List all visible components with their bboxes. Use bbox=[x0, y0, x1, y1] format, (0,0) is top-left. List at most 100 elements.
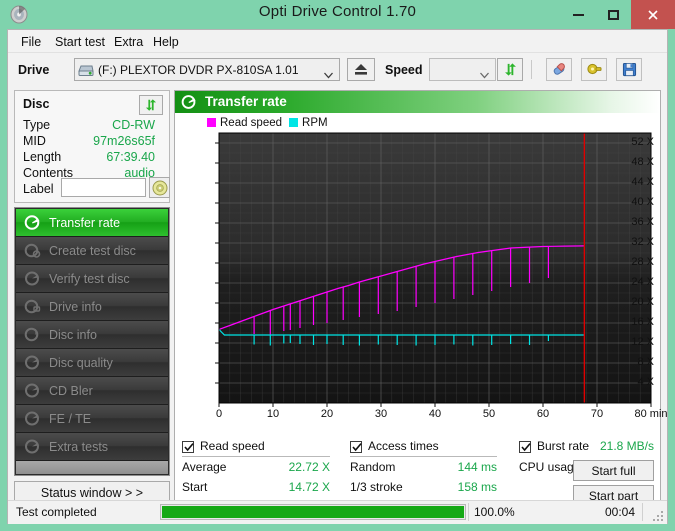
read-disc-label-button[interactable] bbox=[149, 177, 170, 198]
disc-row-value: 97m26s65f bbox=[93, 134, 155, 148]
test-nav-list: Transfer rate Create test disc Verify te… bbox=[14, 207, 170, 476]
sidebar-item-verify-test-disc[interactable]: Verify test disc bbox=[16, 265, 168, 293]
cd-bler-icon bbox=[24, 382, 41, 399]
menu-bar: File Start test Extra Help bbox=[8, 30, 667, 53]
x-axis-tick-label: 10 bbox=[266, 408, 280, 420]
access-times-checkbox[interactable] bbox=[350, 441, 362, 453]
title-bar: Opti Drive Control 1.70 bbox=[0, 0, 675, 29]
read-speed-checkbox[interactable] bbox=[182, 441, 194, 453]
y-axis-tick-label: 36 X bbox=[631, 216, 654, 228]
result-row-third-stroke: 1/3 stroke 158 ms bbox=[350, 478, 497, 498]
x-axis-tick-label: 80 min bbox=[634, 408, 668, 420]
start-full-button[interactable]: Start full bbox=[573, 460, 654, 481]
result-key: Average bbox=[182, 460, 227, 474]
firmware-button[interactable] bbox=[581, 58, 607, 81]
resize-grip[interactable] bbox=[651, 509, 663, 521]
sidebar-item-label: Disc info bbox=[49, 327, 97, 342]
burst-rate-checkbox[interactable] bbox=[519, 441, 531, 453]
menu-start-test[interactable]: Start test bbox=[50, 33, 110, 51]
progress-bar bbox=[160, 504, 466, 520]
legend-swatch-read-speed bbox=[207, 118, 216, 127]
sidebar-item-disc-quality[interactable]: Disc quality bbox=[16, 349, 168, 377]
y-axis-tick-label: 12 X bbox=[631, 336, 654, 348]
progress-percent: 100.0% bbox=[474, 505, 515, 519]
y-axis-tick-label: 40 X bbox=[631, 196, 654, 208]
drive-select[interactable]: (F:) PLEXTOR DVDR PX-810SA 1.01 bbox=[74, 58, 340, 81]
save-button[interactable] bbox=[616, 58, 642, 81]
check-icon bbox=[521, 443, 531, 452]
drive-select-value: (F:) PLEXTOR DVDR PX-810SA 1.01 bbox=[98, 63, 299, 77]
results-burst-rate: Burst rate 21.8 MB/s CPU usage 8 % Start… bbox=[519, 439, 654, 506]
sidebar-item-label: FE / TE bbox=[49, 411, 92, 426]
x-axis-tick-label: 20 bbox=[320, 408, 334, 420]
x-axis-tick-label: 70 bbox=[590, 408, 604, 420]
chart-canvas bbox=[215, 132, 652, 407]
result-value: 144 ms bbox=[457, 460, 497, 474]
maximize-button[interactable] bbox=[596, 0, 631, 29]
page-title: Transfer rate bbox=[205, 94, 287, 109]
speed-select[interactable] bbox=[429, 58, 496, 81]
access-times-label: Access times bbox=[368, 439, 439, 453]
drive-toolbar: Drive (F:) PLEXTOR DVDR PX-810SA 1.01 Sp… bbox=[8, 53, 667, 88]
minimize-button[interactable] bbox=[561, 0, 596, 29]
menu-extra[interactable]: Extra bbox=[109, 33, 148, 51]
erase-button[interactable] bbox=[546, 58, 572, 81]
status-message: Test completed bbox=[16, 505, 97, 519]
sidebar-item-label: Verify test disc bbox=[49, 271, 130, 286]
read-speed-header: Read speed bbox=[182, 439, 330, 458]
legend-label-rpm: RPM bbox=[302, 116, 328, 129]
divider bbox=[350, 456, 497, 457]
disc-test-icon bbox=[24, 214, 41, 231]
burst-rate-header: Burst rate 21.8 MB/s bbox=[519, 439, 654, 458]
disc-row-key: Type bbox=[23, 118, 51, 132]
disc-row-value: 67:39.40 bbox=[106, 150, 155, 164]
access-times-header: Access times bbox=[350, 439, 497, 458]
y-axis-tick-label: 32 X bbox=[631, 236, 654, 248]
status-bar: Test completed 100.0% 00:04 bbox=[8, 500, 667, 524]
minimize-icon bbox=[573, 13, 584, 16]
drive-label: Drive bbox=[18, 63, 50, 77]
sidebar-item-label: Create test disc bbox=[49, 243, 136, 258]
sidebar-item-cd-bler[interactable]: CD Bler bbox=[16, 377, 168, 405]
sidebar-item-create-test-disc[interactable]: Create test disc bbox=[16, 237, 168, 265]
eject-button[interactable] bbox=[347, 58, 375, 81]
disc-quality-icon bbox=[24, 354, 41, 371]
y-axis-tick-label: 4 X bbox=[637, 376, 654, 388]
disc-info-icon: i bbox=[24, 326, 41, 343]
y-axis-tick-label: 8 X bbox=[637, 356, 654, 368]
chevron-down-icon bbox=[480, 66, 489, 84]
left-panel: Disc Type CD-RW MID 97m26s65f Length 67:… bbox=[14, 90, 170, 514]
label-input[interactable] bbox=[61, 178, 146, 197]
disc-refresh-button[interactable] bbox=[139, 95, 163, 115]
sidebar-item-disc-info[interactable]: i Disc info bbox=[16, 321, 168, 349]
fe-te-icon bbox=[24, 410, 41, 427]
sidebar-item-label: CD Bler bbox=[49, 383, 93, 398]
result-key: Random bbox=[350, 460, 396, 474]
close-icon bbox=[648, 9, 658, 20]
result-value: 158 ms bbox=[457, 480, 497, 494]
sidebar-item-drive-info[interactable]: Drive info bbox=[16, 293, 168, 321]
transfer-rate-panel: Transfer rate Read speed RPM 4 X 8 X 12 X 1… bbox=[174, 90, 668, 514]
disc-panel-title: Disc bbox=[23, 97, 50, 111]
burst-rate-value: 21.8 MB/s bbox=[599, 439, 654, 453]
chart-legend: Read speed RPM bbox=[207, 116, 335, 129]
burst-rate-label: Burst rate bbox=[537, 439, 590, 453]
check-icon bbox=[352, 443, 362, 452]
refresh-button[interactable] bbox=[497, 58, 523, 81]
x-axis-tick-label: 40 bbox=[428, 408, 442, 420]
result-key: Start bbox=[182, 480, 208, 494]
sidebar-item-extra-tests[interactable]: Extra tests bbox=[16, 433, 168, 461]
drive-info-icon bbox=[24, 298, 41, 315]
disc-row-key: Length bbox=[23, 150, 62, 164]
close-button[interactable] bbox=[631, 0, 675, 29]
menu-help[interactable]: Help bbox=[148, 33, 184, 51]
disc-create-icon bbox=[24, 242, 41, 259]
menu-file[interactable]: File bbox=[16, 33, 46, 51]
divider bbox=[642, 503, 643, 521]
client-area: File Start test Extra Help Drive (F:) PL… bbox=[7, 29, 668, 524]
sidebar-item-fe-te[interactable]: FE / TE bbox=[16, 405, 168, 433]
sidebar-item-transfer-rate[interactable]: Transfer rate bbox=[16, 209, 168, 237]
result-value: 14.72 X bbox=[288, 480, 330, 494]
label-field-label: Label bbox=[23, 182, 54, 196]
drive-device-icon bbox=[78, 62, 94, 78]
